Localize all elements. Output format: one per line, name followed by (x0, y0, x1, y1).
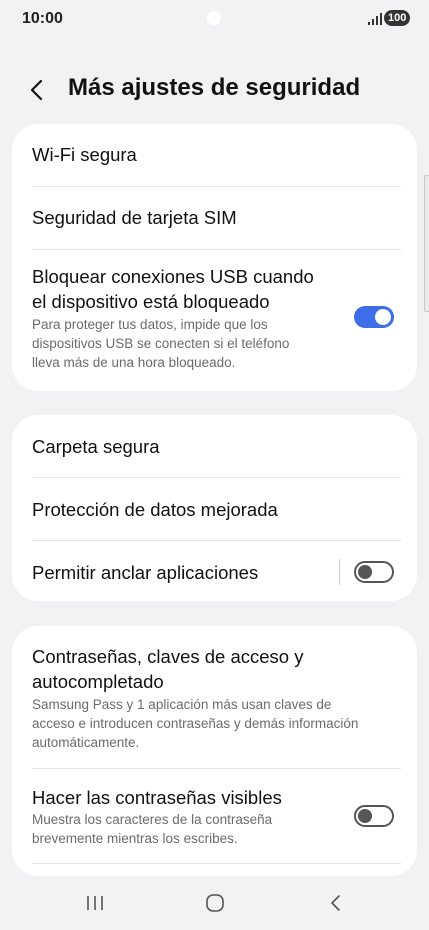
wifi-segura-label: Wi-Fi segura (32, 144, 137, 165)
toggle-knob (375, 309, 391, 325)
usb-block-desc-line1: Para proteger tus datos, impide que los (32, 317, 268, 332)
settings-card-1: Wi-Fi segura Seguridad de tarjeta SIM Bl… (12, 124, 417, 391)
toggle-knob (358, 565, 372, 579)
secure-folder-label: Carpeta segura (32, 436, 160, 457)
passwords-title-line2: autocompletado (32, 671, 164, 692)
passwords-desc-line1: Samsung Pass y 1 aplicación más usan cla… (32, 697, 332, 712)
visible-passwords-desc-line2: brevemente mientras los escribes. (32, 831, 238, 846)
pin-apps-label: Permitir anclar aplicaciones (32, 562, 259, 583)
usb-block-title-line1: Bloquear conexiones USB cuando (32, 266, 314, 287)
data-protection-label: Protección de datos mejorada (32, 499, 278, 520)
data-protection-item[interactable]: Protección de datos mejorada (12, 478, 417, 540)
visible-passwords-desc-line1: Muestra los caracteres de la contraseña (32, 812, 273, 827)
camera-cutout (207, 11, 221, 25)
back-icon (331, 895, 340, 911)
signal-bars-icon (368, 13, 382, 25)
passwords-desc-line2: acceso e introducen contraseñas y demás … (32, 716, 359, 731)
toggle-knob (358, 809, 372, 823)
navigation-bar (0, 880, 429, 930)
passwords-title-line1: Contraseñas, claves de acceso y (32, 646, 304, 667)
back-button[interactable] (24, 74, 54, 106)
pin-apps-toggle[interactable] (354, 561, 394, 583)
usb-block-item[interactable]: Bloquear conexiones USB cuando el dispos… (12, 250, 417, 391)
battery-icon: 100 (384, 10, 411, 26)
status-time: 10:00 (22, 10, 63, 27)
wifi-segura-item[interactable]: Wi-Fi segura (12, 124, 417, 186)
visible-passwords-title: Hacer las contraseñas visibles (32, 787, 282, 808)
visible-passwords-item[interactable]: Hacer las contraseñas visibles Muestra l… (12, 769, 417, 861)
settings-card-3: Contraseñas, claves de acceso y autocomp… (12, 626, 417, 876)
secure-folder-item[interactable]: Carpeta segura (12, 415, 417, 477)
passwords-desc-line3: automáticamente. (32, 735, 140, 750)
settings-card-2: Carpeta segura Protección de datos mejor… (12, 415, 417, 601)
visible-passwords-toggle[interactable] (354, 805, 394, 827)
header: Más ajustes de seguridad (0, 70, 429, 110)
pin-apps-item[interactable]: Permitir anclar aplicaciones (12, 541, 417, 601)
home-icon (206, 894, 224, 912)
usb-block-title-line2: el dispositivo está bloqueado (32, 291, 270, 312)
nav-back-button[interactable] (315, 888, 355, 918)
usb-block-desc-line2: dispositivos USB se conecten si el teléf… (32, 336, 290, 351)
status-bar: 10:00 100 (0, 0, 429, 40)
vertical-separator (339, 559, 340, 585)
scrollbar[interactable] (424, 175, 429, 312)
divider (32, 863, 401, 864)
usb-block-toggle[interactable] (354, 306, 394, 328)
sim-security-label: Seguridad de tarjeta SIM (32, 207, 237, 228)
home-button[interactable] (195, 888, 235, 918)
chevron-left-icon (30, 79, 43, 101)
usb-block-desc-line3: lleva más de una hora bloqueado. (32, 355, 236, 370)
passwords-autofill-item[interactable]: Contraseñas, claves de acceso y autocomp… (12, 626, 417, 768)
recent-apps-button[interactable] (75, 888, 115, 918)
sim-security-item[interactable]: Seguridad de tarjeta SIM (12, 187, 417, 249)
recent-apps-icon (87, 896, 103, 910)
page-title: Más ajustes de seguridad (68, 74, 361, 101)
